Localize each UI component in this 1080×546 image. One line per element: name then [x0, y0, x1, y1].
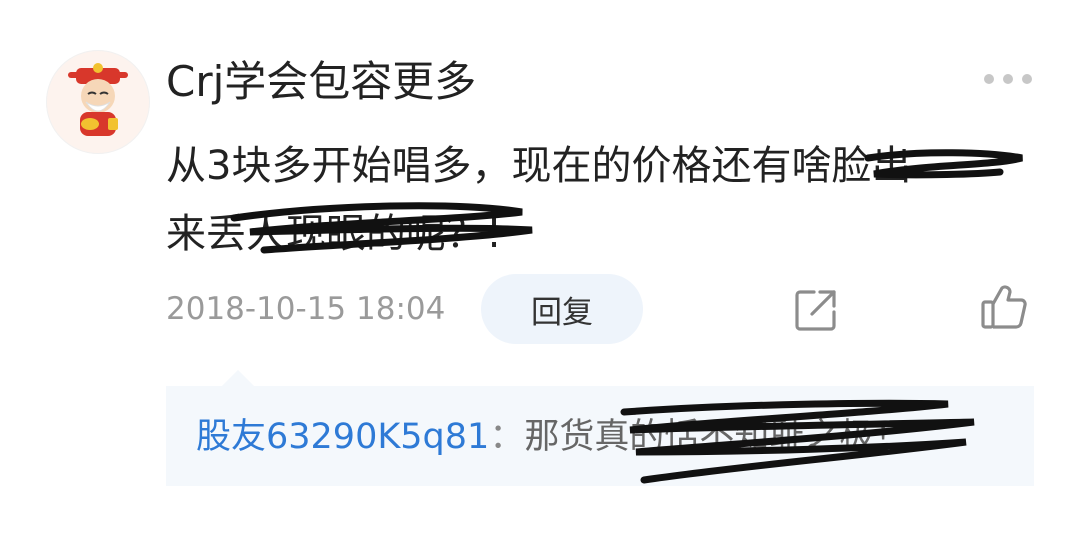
- avatar[interactable]: [46, 50, 150, 154]
- share-icon[interactable]: [794, 288, 838, 332]
- reply-separator: ：: [489, 417, 525, 457]
- comment-struck-text-2: 人现眼的呢？!: [246, 211, 503, 257]
- comment-author[interactable]: Crj学会包容更多: [166, 56, 476, 108]
- thumbs-up-icon[interactable]: [980, 284, 1028, 330]
- comment-text-line1: 从3块多开始唱多，现在的价格还有: [166, 143, 792, 189]
- reply-preview[interactable]: 股友63290K5q81：那货真的恬不知耻之极！: [166, 370, 1034, 486]
- reply-line: 股友63290K5q81：那货真的恬不知耻之极！: [196, 414, 909, 460]
- caishen-avatar-icon: [68, 63, 128, 136]
- comment-text-line2: 来丢: [166, 211, 246, 257]
- comment-body: 从3块多开始唱多，现在的价格还有啥脸出 来丢人现眼的呢？!: [166, 132, 1046, 268]
- comment-timestamp: 2018-10-15 18:04: [166, 291, 446, 327]
- more-dots-icon: [1003, 74, 1013, 84]
- more-dots-icon: [984, 74, 994, 84]
- comment-struck-text-1: 啥脸出: [791, 143, 912, 189]
- reply-button[interactable]: 回复: [481, 274, 643, 344]
- more-dots-icon: [1022, 74, 1032, 84]
- reply-author[interactable]: 股友63290K5q81: [196, 417, 489, 457]
- more-options-button[interactable]: [984, 70, 1032, 88]
- reply-text: 那货真的恬不知耻之极！: [524, 417, 910, 457]
